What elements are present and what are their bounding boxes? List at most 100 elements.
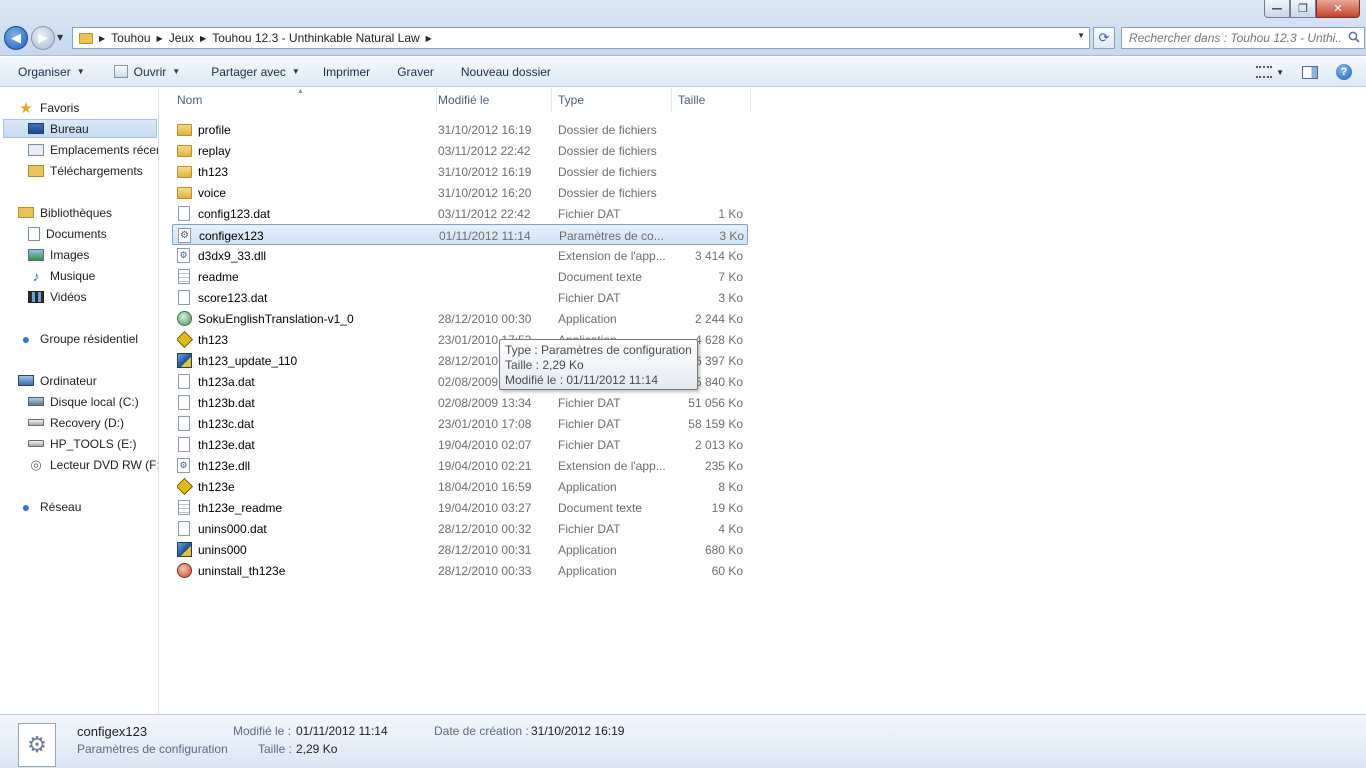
file-name-cell[interactable]: readme — [177, 266, 432, 287]
sidebar-item-disque-c[interactable]: Disque local (C:) — [28, 392, 158, 411]
refresh-button[interactable]: ⟳ — [1093, 27, 1115, 49]
file-name-cell[interactable]: th123e.dat — [177, 434, 432, 455]
file-row[interactable]: ⚙ th123e.dll 19/04/2010 02:21 Extension de … — [172, 455, 748, 476]
maximize-button[interactable]: ❐ — [1290, 0, 1316, 18]
sidebar-item-bibliotheques[interactable]: Bibliothèques — [18, 203, 112, 222]
file-row[interactable]: th123e.dat 19/04/2010 02:07 Fichier DAT 2 0… — [172, 434, 748, 455]
file-row[interactable]: unins000.dat 28/12/2010 00:32 Fichier DAT 4… — [172, 518, 748, 539]
change-view-button[interactable]: ▼ — [1256, 66, 1284, 78]
file-name-cell[interactable]: th123_update_110 — [177, 350, 432, 371]
file-name-cell[interactable]: th123e — [177, 476, 432, 497]
file-name-cell[interactable]: unins000 — [177, 539, 432, 560]
sidebar-item-favoris[interactable]: ★ Favoris — [18, 98, 79, 117]
file-name-cell[interactable]: unins000.dat — [177, 518, 432, 539]
file-row[interactable]: replay 03/11/2012 22:42 Dossier de fichier… — [172, 140, 748, 161]
file-row[interactable]: SokuEnglishTranslation-v1_0 28/12/2010 00… — [172, 308, 748, 329]
sidebar-item-images[interactable]: Images — [28, 245, 158, 264]
file-name-cell[interactable]: ⚙ th123e.dll — [177, 455, 432, 476]
file-name-cell[interactable]: th123 — [177, 161, 432, 182]
file-row[interactable]: th123b.dat 02/08/2009 13:34 Fichier DAT 51 … — [172, 392, 748, 413]
search-box[interactable] — [1121, 27, 1365, 49]
file-name-cell[interactable]: uninstall_th123e — [177, 560, 432, 581]
sidebar-item-groupe[interactable]: ● Groupe résidentiel — [18, 329, 138, 348]
network-icon: ● — [21, 498, 31, 515]
back-button[interactable]: ◀ — [4, 26, 28, 50]
sidebar-item-telechargements[interactable]: Téléchargements — [28, 161, 158, 180]
chevron-right-icon[interactable]: ▶ — [426, 34, 432, 43]
column-header-taille[interactable]: Taille — [672, 88, 751, 112]
column-header-nom[interactable]: Nom — [171, 88, 437, 112]
file-name-cell[interactable]: profile — [177, 119, 432, 140]
chevron-right-icon[interactable]: ▶ — [200, 34, 206, 43]
preview-pane-icon[interactable] — [1302, 65, 1318, 79]
file-name-cell[interactable]: th123e_readme — [177, 497, 432, 518]
file-name-cell[interactable]: SokuEnglishTranslation-v1_0 — [177, 308, 432, 329]
file-row[interactable]: ⚙ configex123 01/11/2012 11:14 Paramètres d… — [172, 224, 748, 245]
column-header-modifie[interactable]: Modifié le — [432, 88, 552, 112]
chevron-right-icon[interactable]: ▶ — [99, 34, 105, 43]
file-name: uninstall_th123e — [198, 563, 286, 578]
file-size: 4 Ko — [718, 521, 743, 536]
sidebar-item-emplacements[interactable]: Emplacements récents — [28, 140, 158, 159]
file-row[interactable]: score123.dat Fichier DAT 3 Ko — [172, 287, 748, 308]
file-row[interactable]: th123e_readme 19/04/2010 03:27 Document te… — [172, 497, 748, 518]
file-row[interactable]: uninstall_th123e 28/12/2010 00:33 Applicat… — [172, 560, 748, 581]
ouvrir-button[interactable]: Ouvrir ▼ — [94, 57, 190, 86]
file-row[interactable]: config123.dat 03/11/2012 22:42 Fichier DAT… — [172, 203, 748, 224]
address-history-dropdown[interactable]: ▼ — [1077, 31, 1085, 40]
partager-button[interactable]: Partager avec ▼ — [189, 57, 309, 86]
column-header-type[interactable]: Type — [552, 88, 672, 112]
sidebar-item-bureau[interactable]: Bureau — [3, 119, 157, 138]
file-modified-date: 18/04/2010 16:59 — [438, 479, 532, 494]
close-button[interactable]: ✕ — [1316, 0, 1360, 18]
file-name-cell[interactable]: ⚙ configex123 — [178, 225, 433, 246]
recent-pages-dropdown[interactable]: ▼ — [57, 33, 63, 42]
breadcrumb-touhou[interactable]: Touhou — [111, 31, 150, 45]
file-size — [672, 140, 743, 161]
breadcrumb-current[interactable]: Touhou 12.3 - Unthinkable Natural Law — [212, 31, 419, 45]
file-row[interactable]: ⚙ d3dx9_33.dll Extension de l'app... 3 414 … — [172, 245, 748, 266]
file-name-cell[interactable]: score123.dat — [177, 287, 432, 308]
forward-button[interactable]: ▶ — [31, 26, 55, 50]
organiser-button[interactable]: Organiser ▼ — [0, 57, 94, 86]
sidebar-item-ordinateur[interactable]: Ordinateur — [18, 371, 97, 390]
imprimer-button[interactable]: Imprimer — [309, 57, 379, 86]
sidebar-item-dvd-f[interactable]: ◎ Lecteur DVD RW (F:) — [28, 455, 158, 474]
file-row[interactable]: unins000 28/12/2010 00:31 Application 680 K… — [172, 539, 748, 560]
column-header-label: Modifié le — [438, 93, 490, 107]
sidebar-item-recovery-d[interactable]: Recovery (D:) — [28, 413, 158, 432]
file-name-cell[interactable]: th123a.dat — [177, 371, 432, 392]
file-row[interactable]: th123e 18/04/2010 16:59 Application 8 Ko — [172, 476, 748, 497]
nouveau-dossier-button[interactable]: Nouveau dossier — [443, 57, 560, 86]
sidebar-item-reseau[interactable]: ● Réseau — [18, 497, 82, 516]
sidebar-item-hp-tools-e[interactable]: HP_TOOLS (E:) — [28, 434, 158, 453]
sidebar-item-documents[interactable]: Documents — [28, 224, 158, 243]
search-input[interactable] — [1129, 29, 1341, 47]
file-row[interactable]: profile 31/10/2012 16:19 Dossier de fichie… — [172, 119, 748, 140]
file-row[interactable]: readme Document texte 7 Ko — [172, 266, 748, 287]
sidebar-item-videos[interactable]: Vidéos — [28, 287, 158, 306]
file-name-cell[interactable]: th123c.dat — [177, 413, 432, 434]
file-name-cell[interactable]: th123b.dat — [177, 392, 432, 413]
help-icon[interactable]: ? — [1336, 64, 1352, 80]
file-name-cell[interactable]: config123.dat — [177, 203, 432, 224]
file-name-cell[interactable]: th123 — [177, 329, 432, 350]
graver-button[interactable]: Graver — [379, 57, 443, 86]
file-row[interactable]: th123 31/10/2012 16:19 Dossier de fichiers — [172, 161, 748, 182]
file-name-cell[interactable]: ⚙ d3dx9_33.dll — [177, 245, 432, 266]
installer-icon — [177, 353, 192, 368]
chevron-right-icon[interactable]: ▶ — [157, 34, 163, 43]
file-name-cell[interactable]: voice — [177, 182, 432, 203]
breadcrumb-jeux[interactable]: Jeux — [169, 31, 194, 45]
file-type: Paramètres de co... — [559, 228, 664, 243]
address-bar[interactable]: ▶ Touhou ▶ Jeux ▶ Touhou 12.3 - Unthinka… — [72, 27, 1090, 49]
minimize-button[interactable]: — — [1264, 0, 1290, 18]
sidebar-item-musique[interactable]: ♪ Musique — [28, 266, 158, 285]
file-name-cell[interactable]: replay — [177, 140, 432, 161]
dll-file-icon: ⚙ — [177, 248, 190, 263]
documents-icon — [28, 226, 40, 241]
file-row[interactable]: th123c.dat 23/01/2010 17:08 Fichier DAT 58 … — [172, 413, 748, 434]
file-row[interactable]: voice 31/10/2012 16:20 Dossier de fichiers — [172, 182, 748, 203]
sidebar-item-label: Favoris — [40, 100, 80, 115]
search-icon[interactable] — [1348, 31, 1360, 43]
